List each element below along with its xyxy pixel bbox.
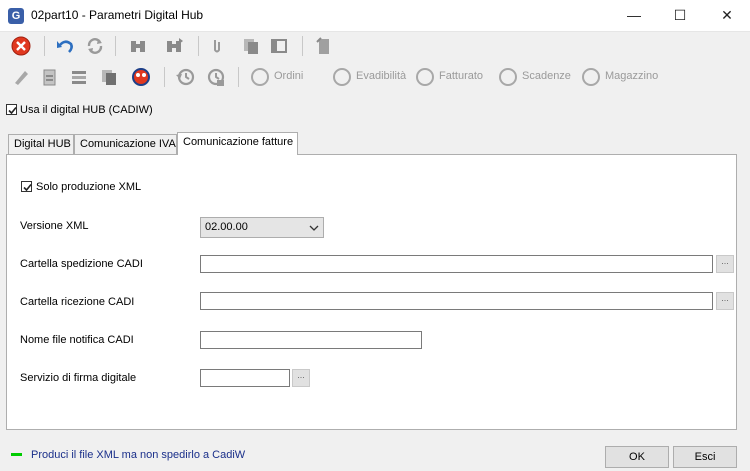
evadibilita-button[interactable]: Evadibilità — [356, 70, 406, 82]
inspect-icon[interactable] — [130, 66, 152, 88]
solo-xml-label[interactable]: Solo produzione XML — [36, 181, 141, 193]
ordini-icon[interactable] — [251, 68, 269, 86]
checkmark-icon — [8, 106, 17, 115]
browse-firma-button[interactable]: ... — [292, 369, 310, 387]
minimize-button[interactable]: — — [611, 0, 657, 31]
main-toolbar — [0, 32, 750, 60]
history-restore-icon[interactable] — [204, 66, 226, 88]
copy-icon[interactable] — [240, 35, 262, 57]
toolbar-separator — [198, 36, 199, 56]
vertical-scrollbar[interactable] — [737, 154, 746, 430]
magazzino-icon[interactable] — [582, 68, 600, 86]
esci-button[interactable]: Esci — [673, 446, 737, 468]
toolbar-separator — [115, 36, 116, 56]
cartella-ricezione-label: Cartella ricezione CADI — [20, 296, 135, 308]
undo-icon[interactable] — [54, 35, 76, 57]
list-icon[interactable] — [68, 66, 90, 88]
status-message: Produci il file XML ma non spedirlo a Ca… — [31, 449, 246, 461]
refresh-icon[interactable] — [84, 35, 106, 57]
title-bar: G 02part10 - Parametri Digital Hub — ☐ ✕ — [0, 0, 750, 32]
fatturato-button[interactable]: Fatturato — [439, 70, 483, 82]
toolbar-separator — [164, 67, 165, 87]
scadenze-button[interactable]: Scadenze — [522, 70, 571, 82]
toolbar-separator — [238, 67, 239, 87]
solo-xml-checkbox[interactable] — [21, 181, 32, 192]
browse-spedizione-button[interactable]: ... — [716, 255, 734, 273]
servizio-firma-input[interactable] — [200, 369, 290, 387]
paperclip-icon[interactable] — [206, 35, 228, 57]
document-icon[interactable] — [38, 66, 60, 88]
cartella-spedizione-label: Cartella spedizione CADI — [20, 258, 143, 270]
close-button[interactable]: ✕ — [704, 0, 750, 31]
versione-xml-select[interactable]: 02.00.00 — [200, 217, 324, 238]
nome-file-notifica-label: Nome file notifica CADI — [20, 334, 134, 346]
window-title: 02part10 - Parametri Digital Hub — [31, 8, 204, 22]
use-hub-label[interactable]: Usa il digital HUB (CADIW) — [20, 104, 153, 116]
checkmark-icon — [23, 183, 32, 192]
servizio-firma-label: Servizio di firma digitale — [20, 372, 137, 384]
toolbar-separator — [302, 36, 303, 56]
print-icon[interactable] — [312, 35, 334, 57]
duplicate-icon[interactable] — [98, 66, 120, 88]
versione-xml-value: 02.00.00 — [205, 221, 248, 233]
maximize-button[interactable]: ☐ — [657, 0, 703, 31]
toolbar-separator — [44, 36, 45, 56]
cartella-ricezione-input[interactable] — [200, 292, 713, 310]
ordini-button[interactable]: Ordini — [274, 70, 303, 82]
versione-xml-label: Versione XML — [20, 220, 89, 232]
browse-ricezione-button[interactable]: ... — [716, 292, 734, 310]
status-bar: Produci il file XML ma non spedirlo a Ca… — [0, 440, 750, 471]
tab-comunicazione-iva[interactable]: Comunicazione IVA — [74, 134, 177, 154]
secondary-toolbar: Ordini Evadibilità Fatturato Scadenze Ma… — [0, 62, 750, 92]
edit-pencil-icon[interactable] — [10, 66, 32, 88]
fatturato-icon[interactable] — [416, 68, 434, 86]
tab-digital-hub[interactable]: Digital HUB — [8, 134, 74, 154]
exit-icon[interactable] — [10, 35, 32, 57]
use-hub-checkbox[interactable] — [6, 104, 17, 115]
status-indicator-icon — [11, 453, 22, 456]
evadibilita-icon[interactable] — [333, 68, 351, 86]
history-icon[interactable] — [174, 66, 196, 88]
magazzino-button[interactable]: Magazzino — [605, 70, 658, 82]
layout-icon[interactable] — [268, 35, 290, 57]
binoculars-icon[interactable] — [127, 35, 149, 57]
chevron-down-icon — [309, 225, 319, 231]
cartella-spedizione-input[interactable] — [200, 255, 713, 273]
binoculars-next-icon[interactable] — [163, 35, 185, 57]
scadenze-icon[interactable] — [499, 68, 517, 86]
tab-comunicazione-fatture[interactable]: Comunicazione fatture — [177, 132, 298, 155]
ok-button[interactable]: OK — [605, 446, 669, 468]
nome-file-notifica-input[interactable] — [200, 331, 422, 349]
app-logo-icon: G — [8, 8, 24, 24]
